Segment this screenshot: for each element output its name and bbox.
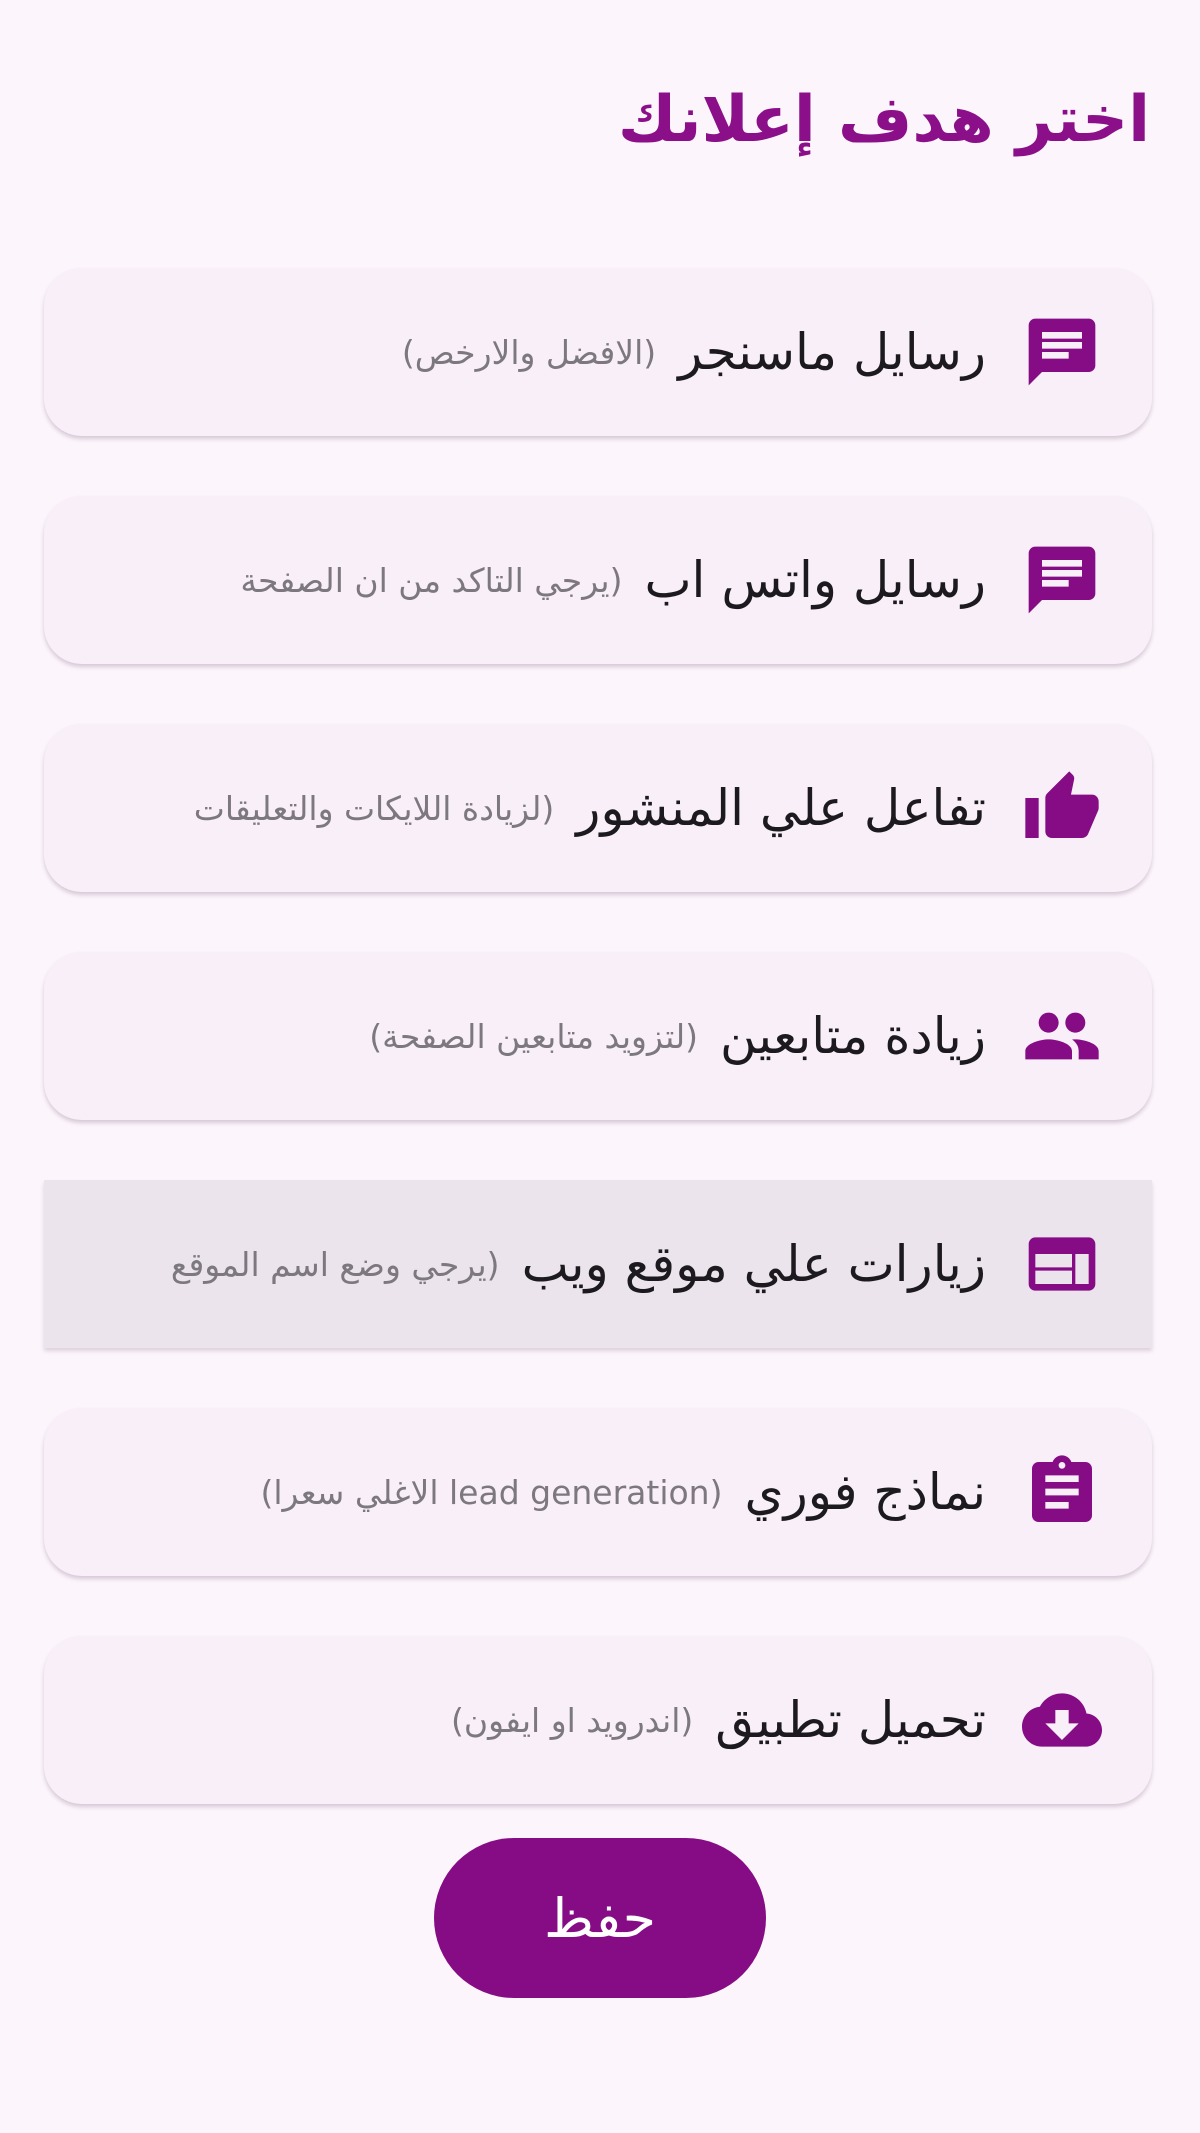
option-description: (الافضل والارخص) — [401, 332, 657, 372]
option-label: زيادة متابعين — [720, 1007, 986, 1065]
option-label: تفاعل علي المنشور — [576, 779, 986, 837]
page-title: اختر هدف إعلانك — [617, 83, 1150, 157]
option-label: رسايل ماسنجر — [678, 323, 986, 381]
save-button[interactable]: حفظ — [434, 1838, 766, 1998]
message-icon — [1022, 312, 1102, 392]
option-messenger-messages[interactable]: رسايل ماسنجر (الافضل والارخص) — [44, 268, 1152, 436]
ad-goal-screen: اختر هدف إعلانك رسايل ماسنجر (الافضل وال… — [0, 0, 1200, 2133]
thumb-up-icon — [1022, 768, 1102, 848]
option-app-install[interactable]: تحميل تطبيق (اندرويد او ايفون) — [44, 1636, 1152, 1804]
option-description: (يرجي التاكد من ان الصفحة — [240, 560, 623, 600]
option-description: (يرجي وضع اسم الموقع — [170, 1244, 500, 1284]
option-label: رسايل واتس اب — [644, 551, 986, 609]
web-icon — [1022, 1224, 1102, 1304]
option-instant-forms[interactable]: نماذج فوري (lead generation الاغلي سعرا) — [44, 1408, 1152, 1576]
clipboard-icon — [1022, 1452, 1102, 1532]
option-description: (لتزويد متابعين الصفحة) — [369, 1016, 699, 1056]
option-increase-followers[interactable]: زيادة متابعين (لتزويد متابعين الصفحة) — [44, 952, 1152, 1120]
option-website-visits[interactable]: زيارات علي موقع ويب (يرجي وضع اسم الموقع — [44, 1180, 1152, 1348]
option-description: (لزيادة اللايكات والتعليقات — [193, 788, 555, 828]
option-whatsapp-messages[interactable]: رسايل واتس اب (يرجي التاكد من ان الصفحة — [44, 496, 1152, 664]
people-icon — [1022, 996, 1102, 1076]
option-label: نماذج فوري — [744, 1463, 986, 1521]
option-label: تحميل تطبيق — [715, 1691, 986, 1749]
cloud-download-icon — [1022, 1680, 1102, 1760]
option-post-engagement[interactable]: تفاعل علي المنشور (لزيادة اللايكات والتع… — [44, 724, 1152, 892]
option-label: زيارات علي موقع ويب — [521, 1235, 986, 1293]
goal-options-list: رسايل ماسنجر (الافضل والارخص) رسايل واتس… — [44, 268, 1152, 1864]
option-description: (lead generation الاغلي سعرا) — [260, 1472, 723, 1512]
option-description: (اندرويد او ايفون) — [451, 1700, 694, 1740]
message-icon — [1022, 540, 1102, 620]
